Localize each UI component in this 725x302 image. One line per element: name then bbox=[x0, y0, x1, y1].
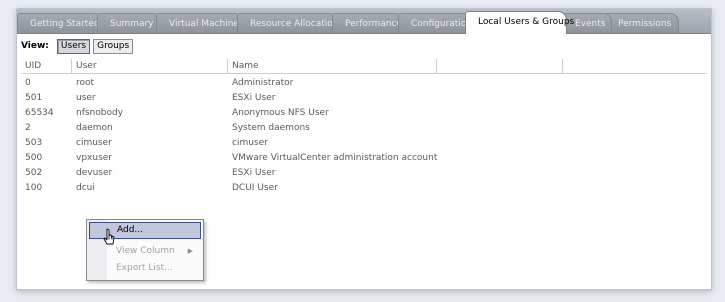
table-row[interactable]: 2 daemon System daemons bbox=[21, 121, 707, 136]
uid-cell: 501 bbox=[25, 93, 43, 103]
tab-performance[interactable]: Performance bbox=[332, 13, 404, 33]
name-cell: Administrator bbox=[232, 78, 294, 88]
user-cell: root bbox=[76, 78, 95, 88]
uid-cell: 65534 bbox=[25, 108, 54, 118]
name-cell: ESXi User bbox=[232, 168, 276, 178]
table-row[interactable]: 502 devuser ESXi User bbox=[21, 166, 707, 181]
user-cell: devuser bbox=[76, 168, 113, 178]
table-header: UID User Name bbox=[21, 59, 707, 74]
tab-summary[interactable]: Summary bbox=[97, 13, 162, 33]
user-cell: dcui bbox=[76, 183, 95, 193]
groups-toggle-button[interactable]: Groups bbox=[93, 38, 134, 54]
column-header-user[interactable]: User bbox=[72, 59, 228, 73]
submenu-arrow-icon: ▶ bbox=[187, 247, 193, 255]
tab-local-users-groups[interactable]: Local Users & Groups bbox=[465, 11, 574, 34]
name-cell: Anonymous NFS User bbox=[232, 108, 329, 118]
table-row[interactable]: 501 user ESXi User bbox=[21, 91, 707, 106]
uid-cell: 502 bbox=[25, 168, 43, 178]
view-bar: View: Users Groups bbox=[21, 38, 136, 54]
uid-cell: 503 bbox=[25, 138, 43, 148]
users-toggle-button[interactable]: Users bbox=[56, 38, 91, 54]
table-row[interactable]: 503 cimuser cimuser bbox=[21, 136, 707, 151]
user-cell: vpxuser bbox=[76, 153, 112, 163]
mouse-pointer-icon bbox=[103, 228, 115, 245]
tab-strip: Getting Started Summary Virtual Machines… bbox=[17, 9, 711, 34]
column-header-empty[interactable] bbox=[437, 59, 563, 73]
tab-getting-started[interactable]: Getting Started bbox=[17, 13, 103, 33]
view-label: View: bbox=[21, 41, 49, 51]
uid-cell: 2 bbox=[25, 123, 31, 133]
column-header-name[interactable]: Name bbox=[228, 59, 437, 73]
name-cell: VMware VirtualCenter administration acco… bbox=[232, 153, 438, 163]
uid-cell: 500 bbox=[25, 153, 43, 163]
user-cell: user bbox=[76, 93, 96, 103]
table-row[interactable]: 0 root Administrator bbox=[21, 76, 707, 91]
menu-item-view-column-label: View Column bbox=[116, 246, 175, 256]
user-cell: nfsnobody bbox=[76, 108, 124, 118]
table-row[interactable]: 100 dcui DCUI User bbox=[21, 181, 707, 196]
user-cell: cimuser bbox=[76, 138, 112, 148]
tab-virtual-machines[interactable]: Virtual Machines bbox=[156, 13, 244, 33]
uid-cell: 0 bbox=[25, 78, 31, 88]
name-cell: DCUI User bbox=[232, 183, 278, 193]
tab-resource-allocation[interactable]: Resource Allocation bbox=[237, 13, 339, 33]
uid-cell: 100 bbox=[25, 183, 43, 193]
name-cell: ESXi User bbox=[232, 93, 276, 103]
tab-permissions[interactable]: Permissions bbox=[605, 13, 679, 33]
name-cell: System daemons bbox=[232, 123, 310, 133]
user-cell: daemon bbox=[76, 123, 113, 133]
table-row[interactable]: 65534 nfsnobody Anonymous NFS User bbox=[21, 106, 707, 121]
name-cell: cimuser bbox=[232, 138, 268, 148]
column-header-uid[interactable]: UID bbox=[21, 59, 72, 73]
menu-item-export-list[interactable]: Export List... bbox=[89, 260, 201, 277]
table-row[interactable]: 500 vpxuser VMware VirtualCenter adminis… bbox=[21, 151, 707, 166]
